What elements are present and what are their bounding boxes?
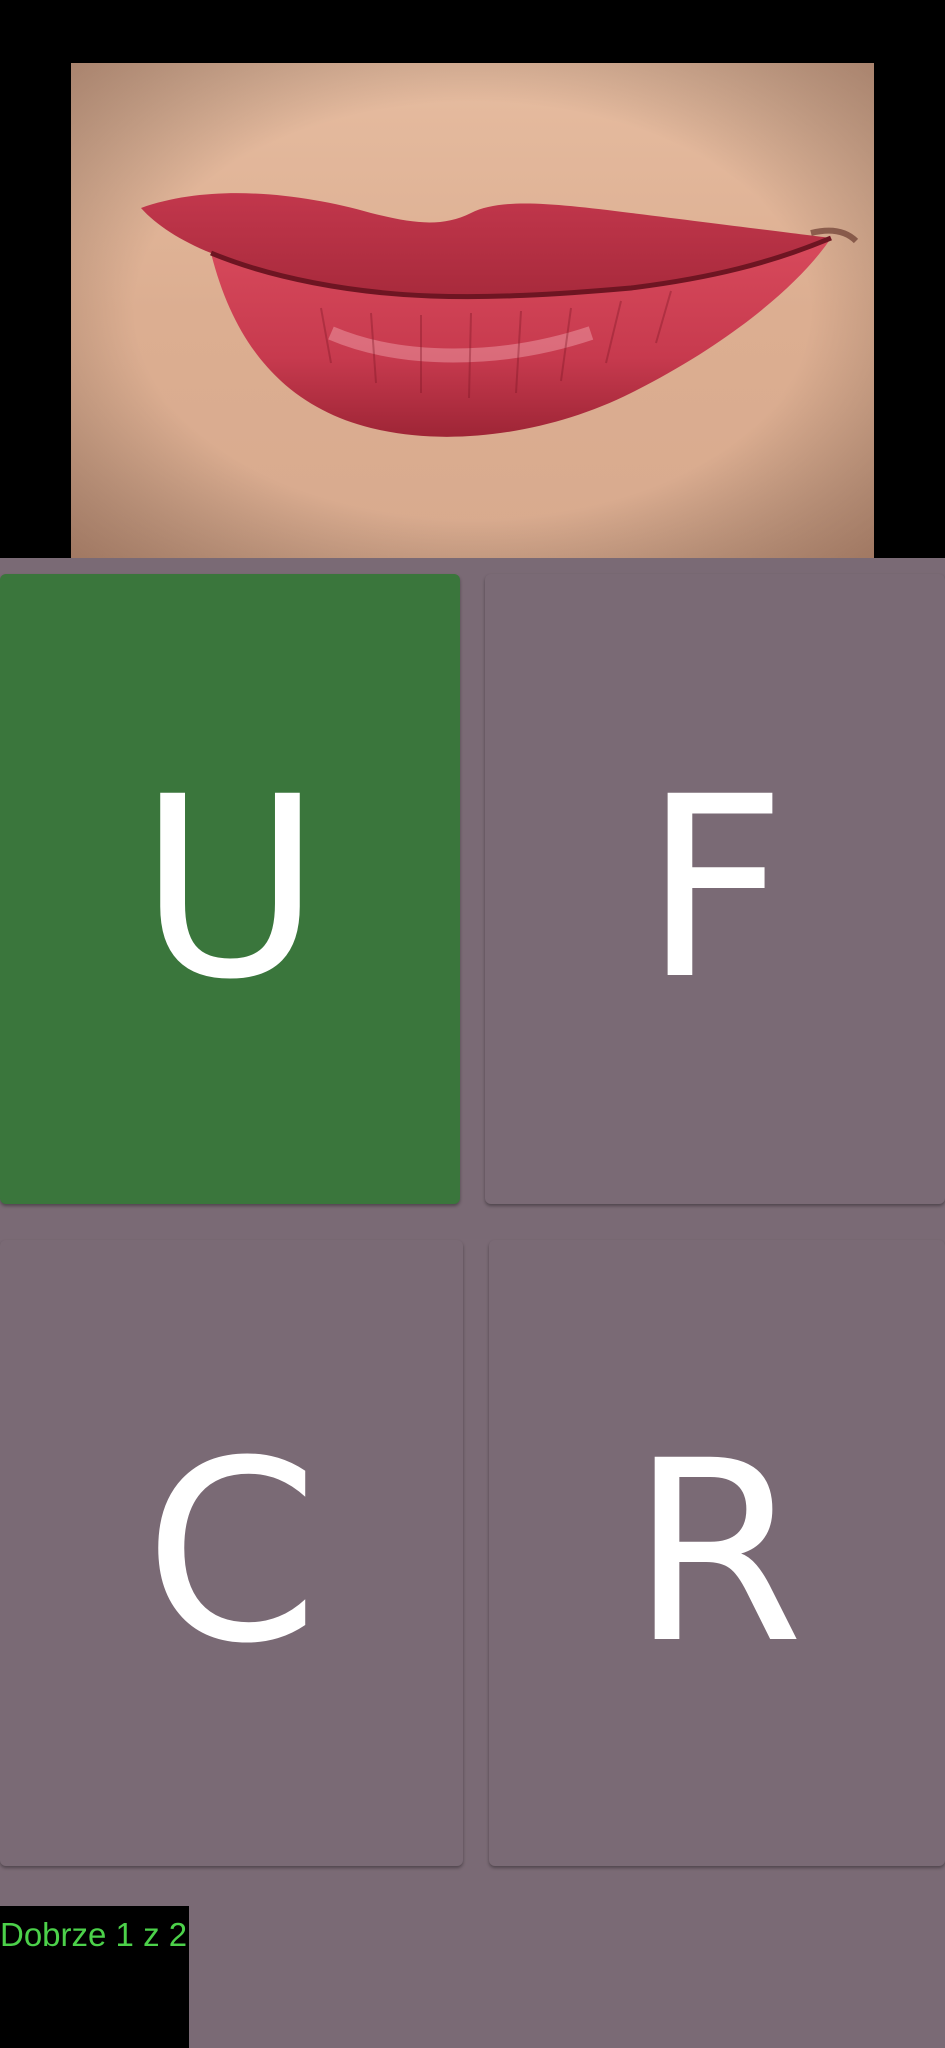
answer-board: U F C R [0,558,945,2048]
score-text: Dobrze 1 z 2 [0,1916,188,1953]
answer-tile-r[interactable]: R [489,1240,945,1866]
answer-label: F [643,743,787,1034]
answer-tile-u[interactable]: U [0,574,460,1204]
answer-label: C [144,1407,319,1698]
answer-tile-f[interactable]: F [485,574,945,1204]
answer-tile-c[interactable]: C [0,1240,463,1866]
answer-label: U [138,743,322,1034]
lips-image-icon [71,63,874,558]
top-area [0,0,945,558]
lips-photo [71,63,874,558]
answer-label: R [630,1407,804,1698]
score-panel: Dobrze 1 z 2 [0,1906,189,2048]
